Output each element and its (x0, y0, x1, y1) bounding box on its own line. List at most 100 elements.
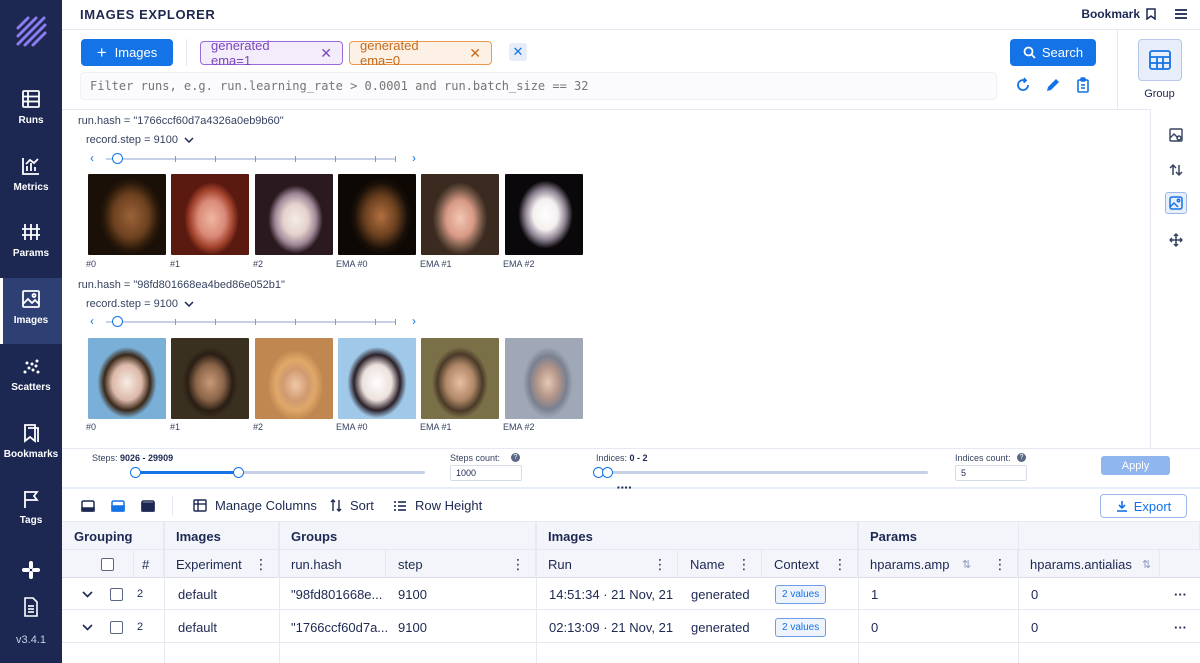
sidebar-item-runs[interactable]: Runs (0, 78, 62, 144)
selected-chip[interactable]: generated ema=0 ✕ (349, 38, 492, 68)
help-icon[interactable]: ? (1017, 453, 1026, 462)
cell-run[interactable]: 14:51:34 · 21 Nov, 21 (537, 578, 679, 610)
row-actions-icon[interactable]: ··· (1162, 578, 1200, 610)
image-thumbnail[interactable] (171, 174, 249, 255)
step-slider[interactable]: ‹ › (90, 151, 420, 165)
docs-link[interactable] (0, 597, 62, 617)
reset-icon[interactable] (1015, 77, 1031, 93)
search-button[interactable]: Search (1010, 39, 1096, 66)
expand-toggle[interactable] (70, 578, 100, 610)
table-row[interactable]: 2 default "98fd801668e... 9100 14:51:34 … (62, 578, 1200, 610)
image-caption: EMA #2 (503, 259, 535, 269)
clipboard-icon[interactable] (1075, 77, 1091, 93)
expand-toggle[interactable] (70, 611, 100, 643)
sort-icon[interactable]: ⇅ (962, 558, 971, 571)
export-button[interactable]: Export (1100, 494, 1187, 518)
row-checkbox[interactable] (110, 587, 123, 601)
image-thumbnail[interactable] (505, 338, 583, 419)
step-slider[interactable]: ‹ › (90, 314, 420, 328)
apply-button[interactable]: Apply (1101, 456, 1170, 475)
steps-count-label: Steps count: (450, 453, 501, 463)
more-vertical-icon[interactable]: ⋮ (653, 556, 667, 573)
clear-all-button[interactable]: ✕ (509, 43, 527, 61)
sidebar-item-scatters[interactable]: Scatters (0, 345, 62, 411)
record-step-dropdown[interactable]: record.step = 9100 (86, 134, 194, 146)
cell-run[interactable]: 02:13:09 · 21 Nov, 21 (537, 611, 679, 643)
more-vertical-icon[interactable]: ⋮ (254, 556, 268, 573)
row-height-button[interactable]: Row Height (393, 498, 482, 513)
image-properties-button[interactable] (1165, 124, 1187, 146)
close-icon[interactable]: ✕ (469, 46, 481, 60)
image-thumbnail[interactable] (88, 174, 166, 255)
image-thumbnail[interactable] (255, 174, 333, 255)
column-hparams-amp[interactable]: hparams.amp ⇅ ⋮ (858, 550, 1018, 578)
image-thumbnail[interactable] (338, 174, 416, 255)
image-size-button[interactable] (1165, 229, 1187, 251)
more-vertical-icon[interactable]: ⋮ (737, 556, 751, 573)
column-run[interactable]: Run ⋮ (536, 550, 678, 578)
image-thumbnail[interactable] (421, 338, 499, 419)
row-actions-icon[interactable]: ··· (1162, 611, 1200, 643)
context-badge[interactable]: 2 values (775, 584, 827, 604)
context-badge[interactable]: 2 values (775, 617, 827, 637)
filter-input[interactable] (80, 72, 997, 100)
sidebar-item-images[interactable]: Images (0, 278, 62, 344)
more-vertical-icon[interactable]: ⋮ (511, 556, 525, 573)
help-icon[interactable]: ? (511, 453, 520, 462)
bookmark-button[interactable]: Bookmark (1081, 7, 1156, 21)
sidebar-item-tags[interactable]: Tags (0, 478, 62, 544)
sidebar-item-params[interactable]: Params (0, 211, 62, 277)
resize-handle-icon[interactable]: ▪▪▪▪ (617, 483, 645, 492)
slider-handle[interactable] (112, 153, 123, 164)
steps-count-input[interactable] (450, 465, 522, 481)
sort-table-button[interactable]: Sort (330, 498, 374, 513)
full-table-icon[interactable] (141, 500, 155, 512)
selected-chip[interactable]: generated ema=1 ✕ (200, 38, 343, 68)
chevron-left-icon[interactable]: ‹ (90, 314, 94, 328)
table-row[interactable]: 2 default "1766ccf60d7a... 9100 02:13:09… (62, 611, 1200, 643)
chevron-right-icon[interactable]: › (412, 151, 416, 165)
column-hparams-antialias[interactable]: hparams.antialias ⇅ (1018, 550, 1160, 578)
record-step-dropdown[interactable]: record.step = 9100 (86, 298, 194, 310)
aim-logo-icon[interactable] (14, 14, 48, 48)
sort-icon[interactable]: ⇅ (1142, 558, 1151, 571)
steps-slider-handle-end[interactable] (233, 467, 244, 478)
sidebar-item-bookmarks[interactable]: Bookmarks (0, 412, 62, 478)
chevron-right-icon[interactable]: › (412, 314, 416, 328)
select-all-checkbox[interactable] (101, 557, 114, 571)
column-name[interactable]: Name ⋮ (678, 550, 762, 578)
close-icon[interactable]: ✕ (320, 46, 332, 60)
half-table-icon[interactable] (111, 500, 125, 512)
image-rendering-button[interactable] (1165, 192, 1187, 214)
sort-button[interactable] (1165, 159, 1187, 181)
sidebar: Runs Metrics Params Images Scatters Book… (0, 0, 62, 663)
indices-count-input[interactable] (955, 465, 1027, 481)
images-icon (22, 290, 40, 308)
more-vertical-icon[interactable]: ⋮ (833, 556, 847, 573)
slider-handle[interactable] (112, 316, 123, 327)
image-thumbnail[interactable] (338, 338, 416, 419)
image-thumbnail[interactable] (171, 338, 249, 419)
slack-link[interactable] (0, 560, 62, 580)
edit-icon[interactable] (1045, 77, 1061, 93)
image-thumbnail[interactable] (505, 174, 583, 255)
chevron-left-icon[interactable]: ‹ (90, 151, 94, 165)
sidebar-item-metrics[interactable]: Metrics (0, 145, 62, 211)
manage-columns-button[interactable]: Manage Columns (193, 498, 317, 513)
image-thumbnail[interactable] (421, 174, 499, 255)
row-checkbox[interactable] (110, 620, 123, 634)
image-thumbnail[interactable] (255, 338, 333, 419)
column-step[interactable]: step ⋮ (386, 550, 536, 578)
column-run-hash[interactable]: run.hash (279, 550, 386, 578)
column-experiment[interactable]: Experiment ⋮ (164, 550, 279, 578)
images-select-button[interactable]: + Images (81, 39, 173, 66)
image-thumbnail[interactable] (88, 338, 166, 419)
collapse-table-icon[interactable] (81, 500, 95, 512)
group-button[interactable] (1138, 39, 1182, 81)
more-vertical-icon[interactable]: ⋮ (993, 556, 1007, 573)
column-divider (1018, 522, 1019, 663)
menu-icon[interactable] (1174, 8, 1188, 20)
steps-slider-handle-start[interactable] (130, 467, 141, 478)
column-context[interactable]: Context ⋮ (762, 550, 858, 578)
indices-slider-handle-end[interactable] (602, 467, 613, 478)
